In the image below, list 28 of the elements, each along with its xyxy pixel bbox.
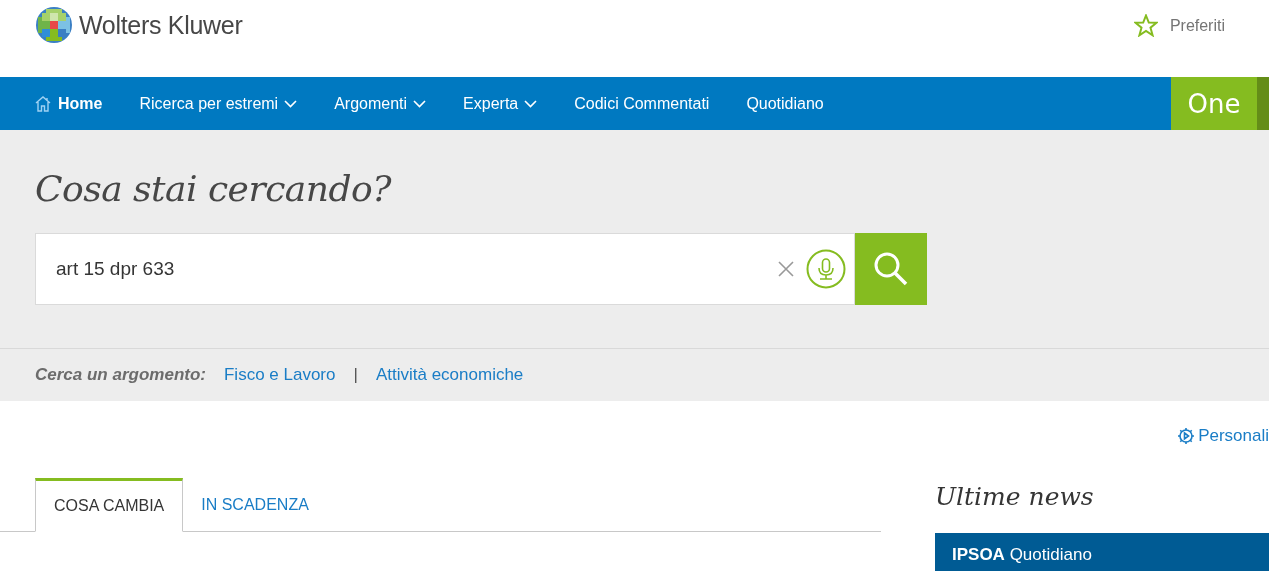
star-icon	[1133, 14, 1158, 37]
search-icon	[873, 251, 909, 287]
nav-item[interactable]: Experta	[463, 94, 538, 113]
nav-item[interactable]: Home	[34, 94, 103, 113]
home-icon	[34, 95, 52, 112]
search-box[interactable]: art 15 dpr 633	[35, 233, 855, 305]
nav-item[interactable]: Argomenti	[334, 94, 427, 113]
topic-link[interactable]: Fisco e Lavoro	[224, 365, 336, 385]
microphone-icon[interactable]	[806, 249, 846, 289]
favorites-link[interactable]: Preferiti	[1169, 16, 1225, 35]
gear-icon	[1177, 427, 1196, 445]
search-button[interactable]	[855, 233, 927, 305]
news-source-bar: IPSOA Quotidiano	[935, 533, 1269, 571]
tab[interactable]: IN SCADENZA	[183, 478, 327, 532]
topic-link[interactable]: Attività economiche	[375, 365, 524, 385]
brand-name: Wolters Kluwer	[79, 10, 243, 40]
tab[interactable]: COSA CAMBIA	[35, 478, 184, 532]
topics-label: Cerca un argomento:	[35, 365, 206, 385]
search-field[interactable]: art 15 dpr 633	[54, 257, 766, 281]
close-icon[interactable]	[778, 261, 794, 277]
separator: |	[353, 365, 358, 385]
logo-icon	[35, 6, 73, 44]
customize-link[interactable]: Personali	[1177, 426, 1269, 446]
news-heading: Ultime news	[935, 482, 1095, 511]
search-heading: Cosa stai cercando?	[35, 168, 392, 209]
nav-item[interactable]: Codici Commentati	[574, 94, 710, 113]
nav-item[interactable]: Quotidiano	[746, 94, 824, 113]
nav-item[interactable]: Ricerca per estremi	[139, 94, 298, 113]
